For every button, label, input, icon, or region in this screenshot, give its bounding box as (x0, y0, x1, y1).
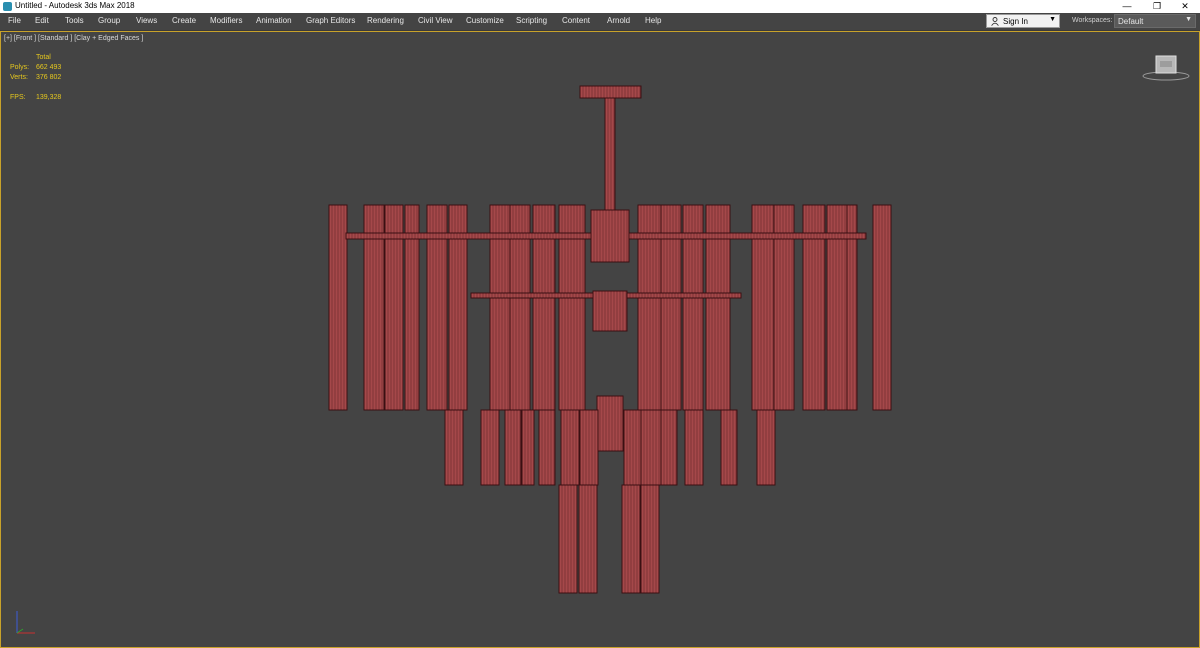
menu-group[interactable]: Group (98, 16, 120, 25)
user-icon (991, 17, 999, 26)
workspaces-dropdown[interactable]: Default ▼ (1114, 14, 1196, 28)
menu-arnold[interactable]: Arnold (607, 16, 630, 25)
middle-hub (592, 290, 628, 332)
hanging-rod (604, 97, 616, 211)
chandelier-model[interactable] (1, 32, 1199, 647)
menu-file[interactable]: File (8, 16, 21, 25)
title-bar: Untitled - Autodesk 3ds Max 2018 — ❐ ✕ (0, 0, 1200, 13)
menu-content[interactable]: Content (562, 16, 590, 25)
chevron-down-icon: ▼ (1049, 16, 1056, 23)
workspaces-value: Default (1118, 17, 1144, 26)
menu-graph-editors[interactable]: Graph Editors (306, 16, 355, 25)
crystal-tube-lower (720, 409, 738, 486)
menu-animation[interactable]: Animation (256, 16, 292, 25)
menu-rendering[interactable]: Rendering (367, 16, 404, 25)
crystal-tube-lower (660, 409, 678, 486)
lower-hub (596, 395, 624, 452)
window-title: Untitled - Autodesk 3ds Max 2018 (15, 1, 135, 10)
menu-civil-view[interactable]: Civil View (418, 16, 453, 25)
chevron-down-icon: ▼ (1185, 16, 1192, 23)
menu-views[interactable]: Views (136, 16, 157, 25)
menu-edit[interactable]: Edit (35, 16, 49, 25)
menu-create[interactable]: Create (172, 16, 196, 25)
app-icon (3, 2, 12, 11)
menu-tools[interactable]: Tools (65, 16, 84, 25)
restore-button[interactable]: ❐ (1142, 0, 1172, 13)
close-button[interactable]: ✕ (1170, 0, 1200, 13)
upper-hub (590, 209, 630, 263)
sign-in-label: Sign In (1003, 17, 1028, 26)
workspaces-label: Workspaces: (1072, 17, 1113, 24)
sign-in-button[interactable]: Sign In ▼ (986, 14, 1060, 28)
menu-modifiers[interactable]: Modifiers (210, 16, 242, 25)
menu-help[interactable]: Help (645, 16, 661, 25)
crystal-tube-lower (504, 409, 522, 486)
menu-scripting[interactable]: Scripting (516, 16, 547, 25)
minimize-button[interactable]: — (1112, 0, 1142, 13)
crystal-tube-lower (538, 409, 556, 486)
menu-customize[interactable]: Customize (466, 16, 504, 25)
front-viewport[interactable]: [+] [Front ] [Standard ] [Clay + Edged F… (0, 31, 1200, 648)
